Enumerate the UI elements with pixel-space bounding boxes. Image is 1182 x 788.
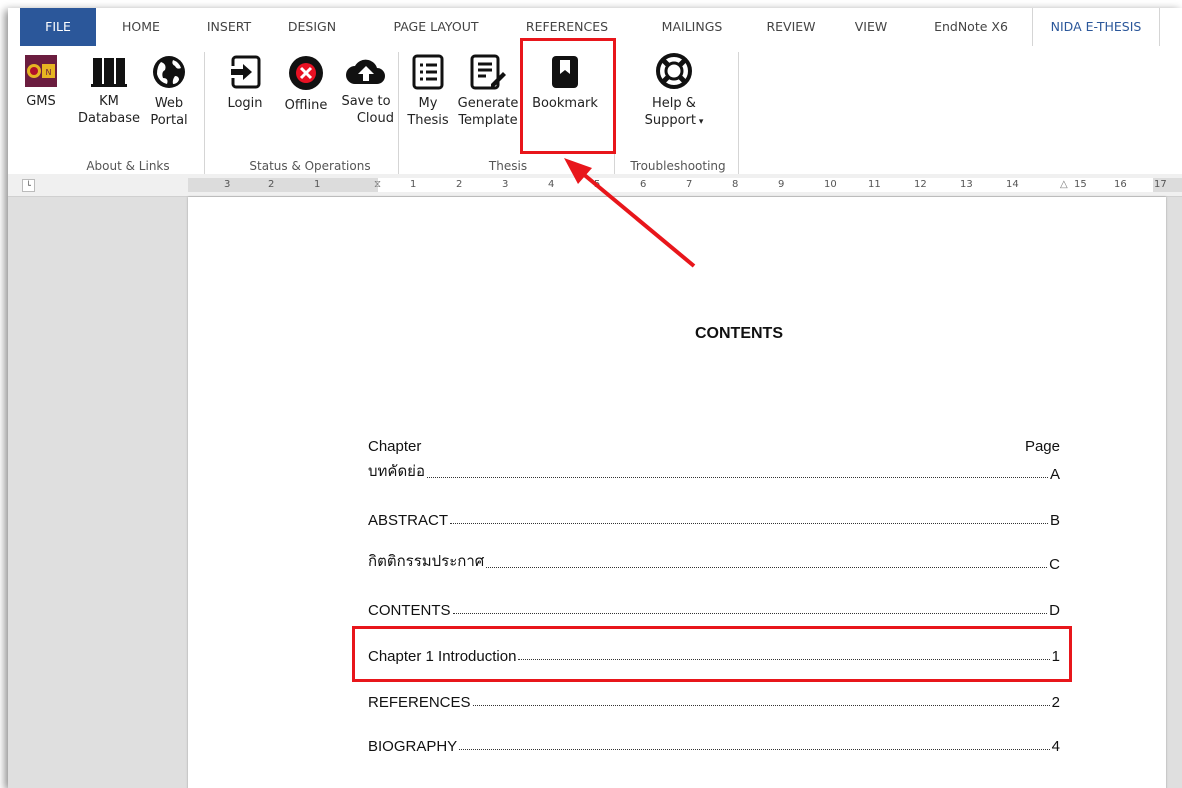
word-window: FILE HOME INSERT DESIGN PAGE LAYOUT REFE… — [8, 8, 1182, 788]
annotation-arrow-icon — [564, 158, 696, 268]
